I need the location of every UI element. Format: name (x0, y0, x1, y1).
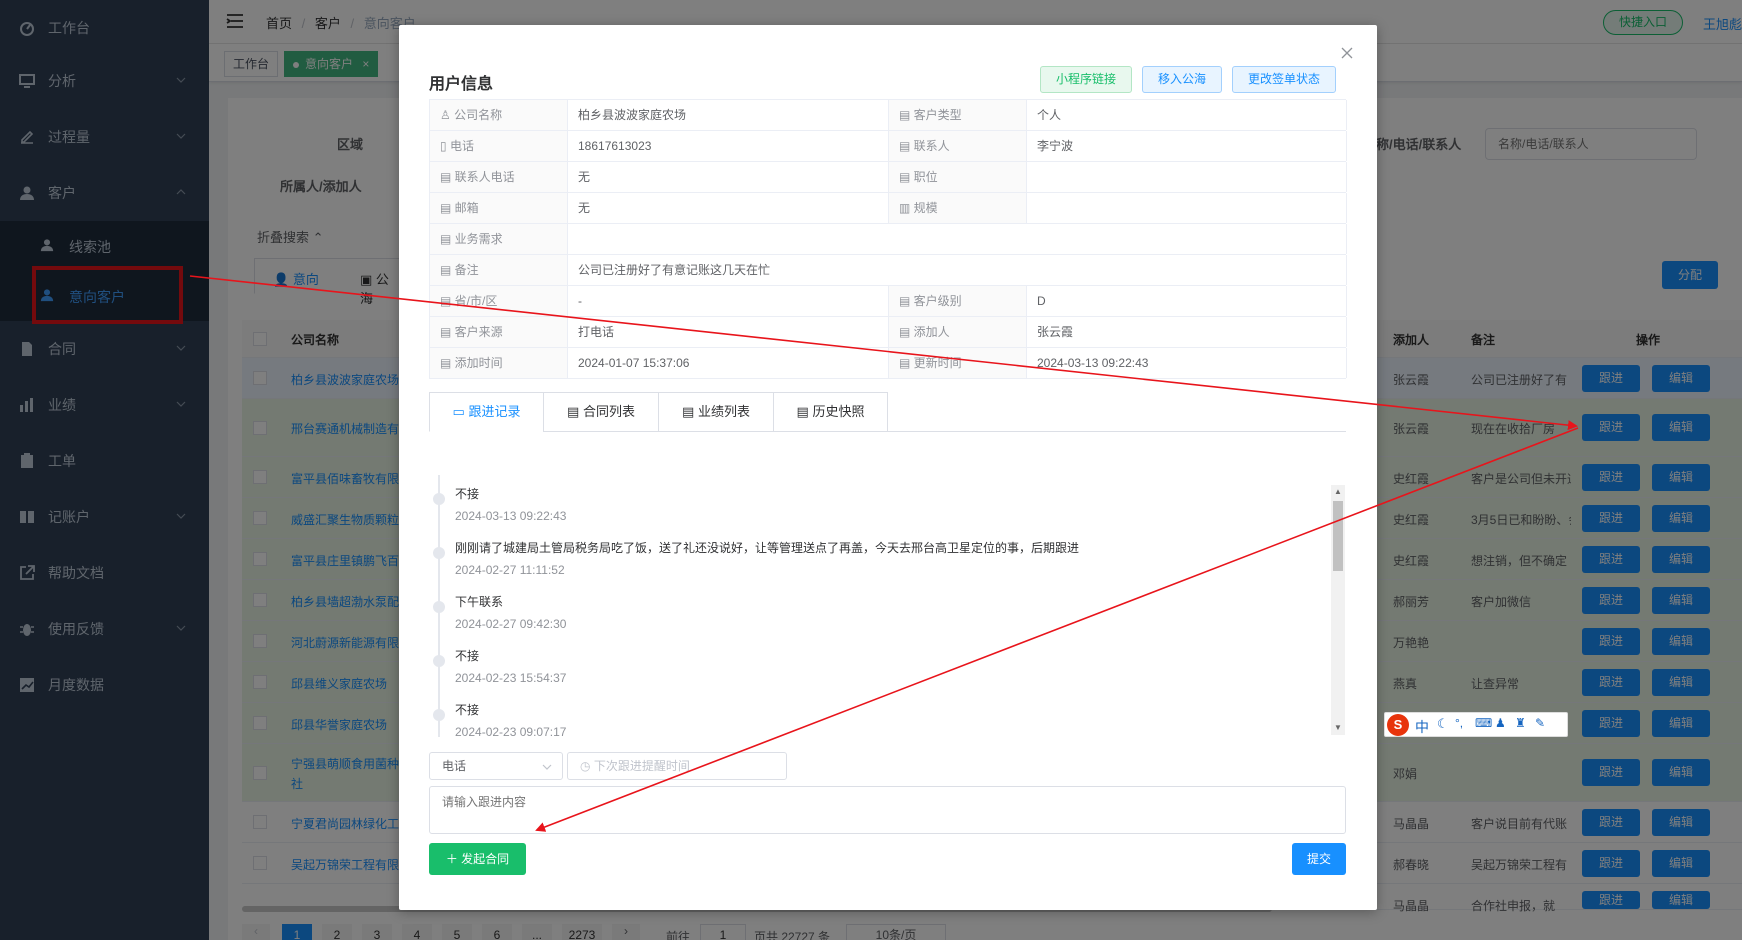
arrow-to-follow-button (189, 275, 1578, 431)
annotation-arrows (189, 275, 1579, 832)
arrow-to-start-contract (535, 427, 1579, 832)
